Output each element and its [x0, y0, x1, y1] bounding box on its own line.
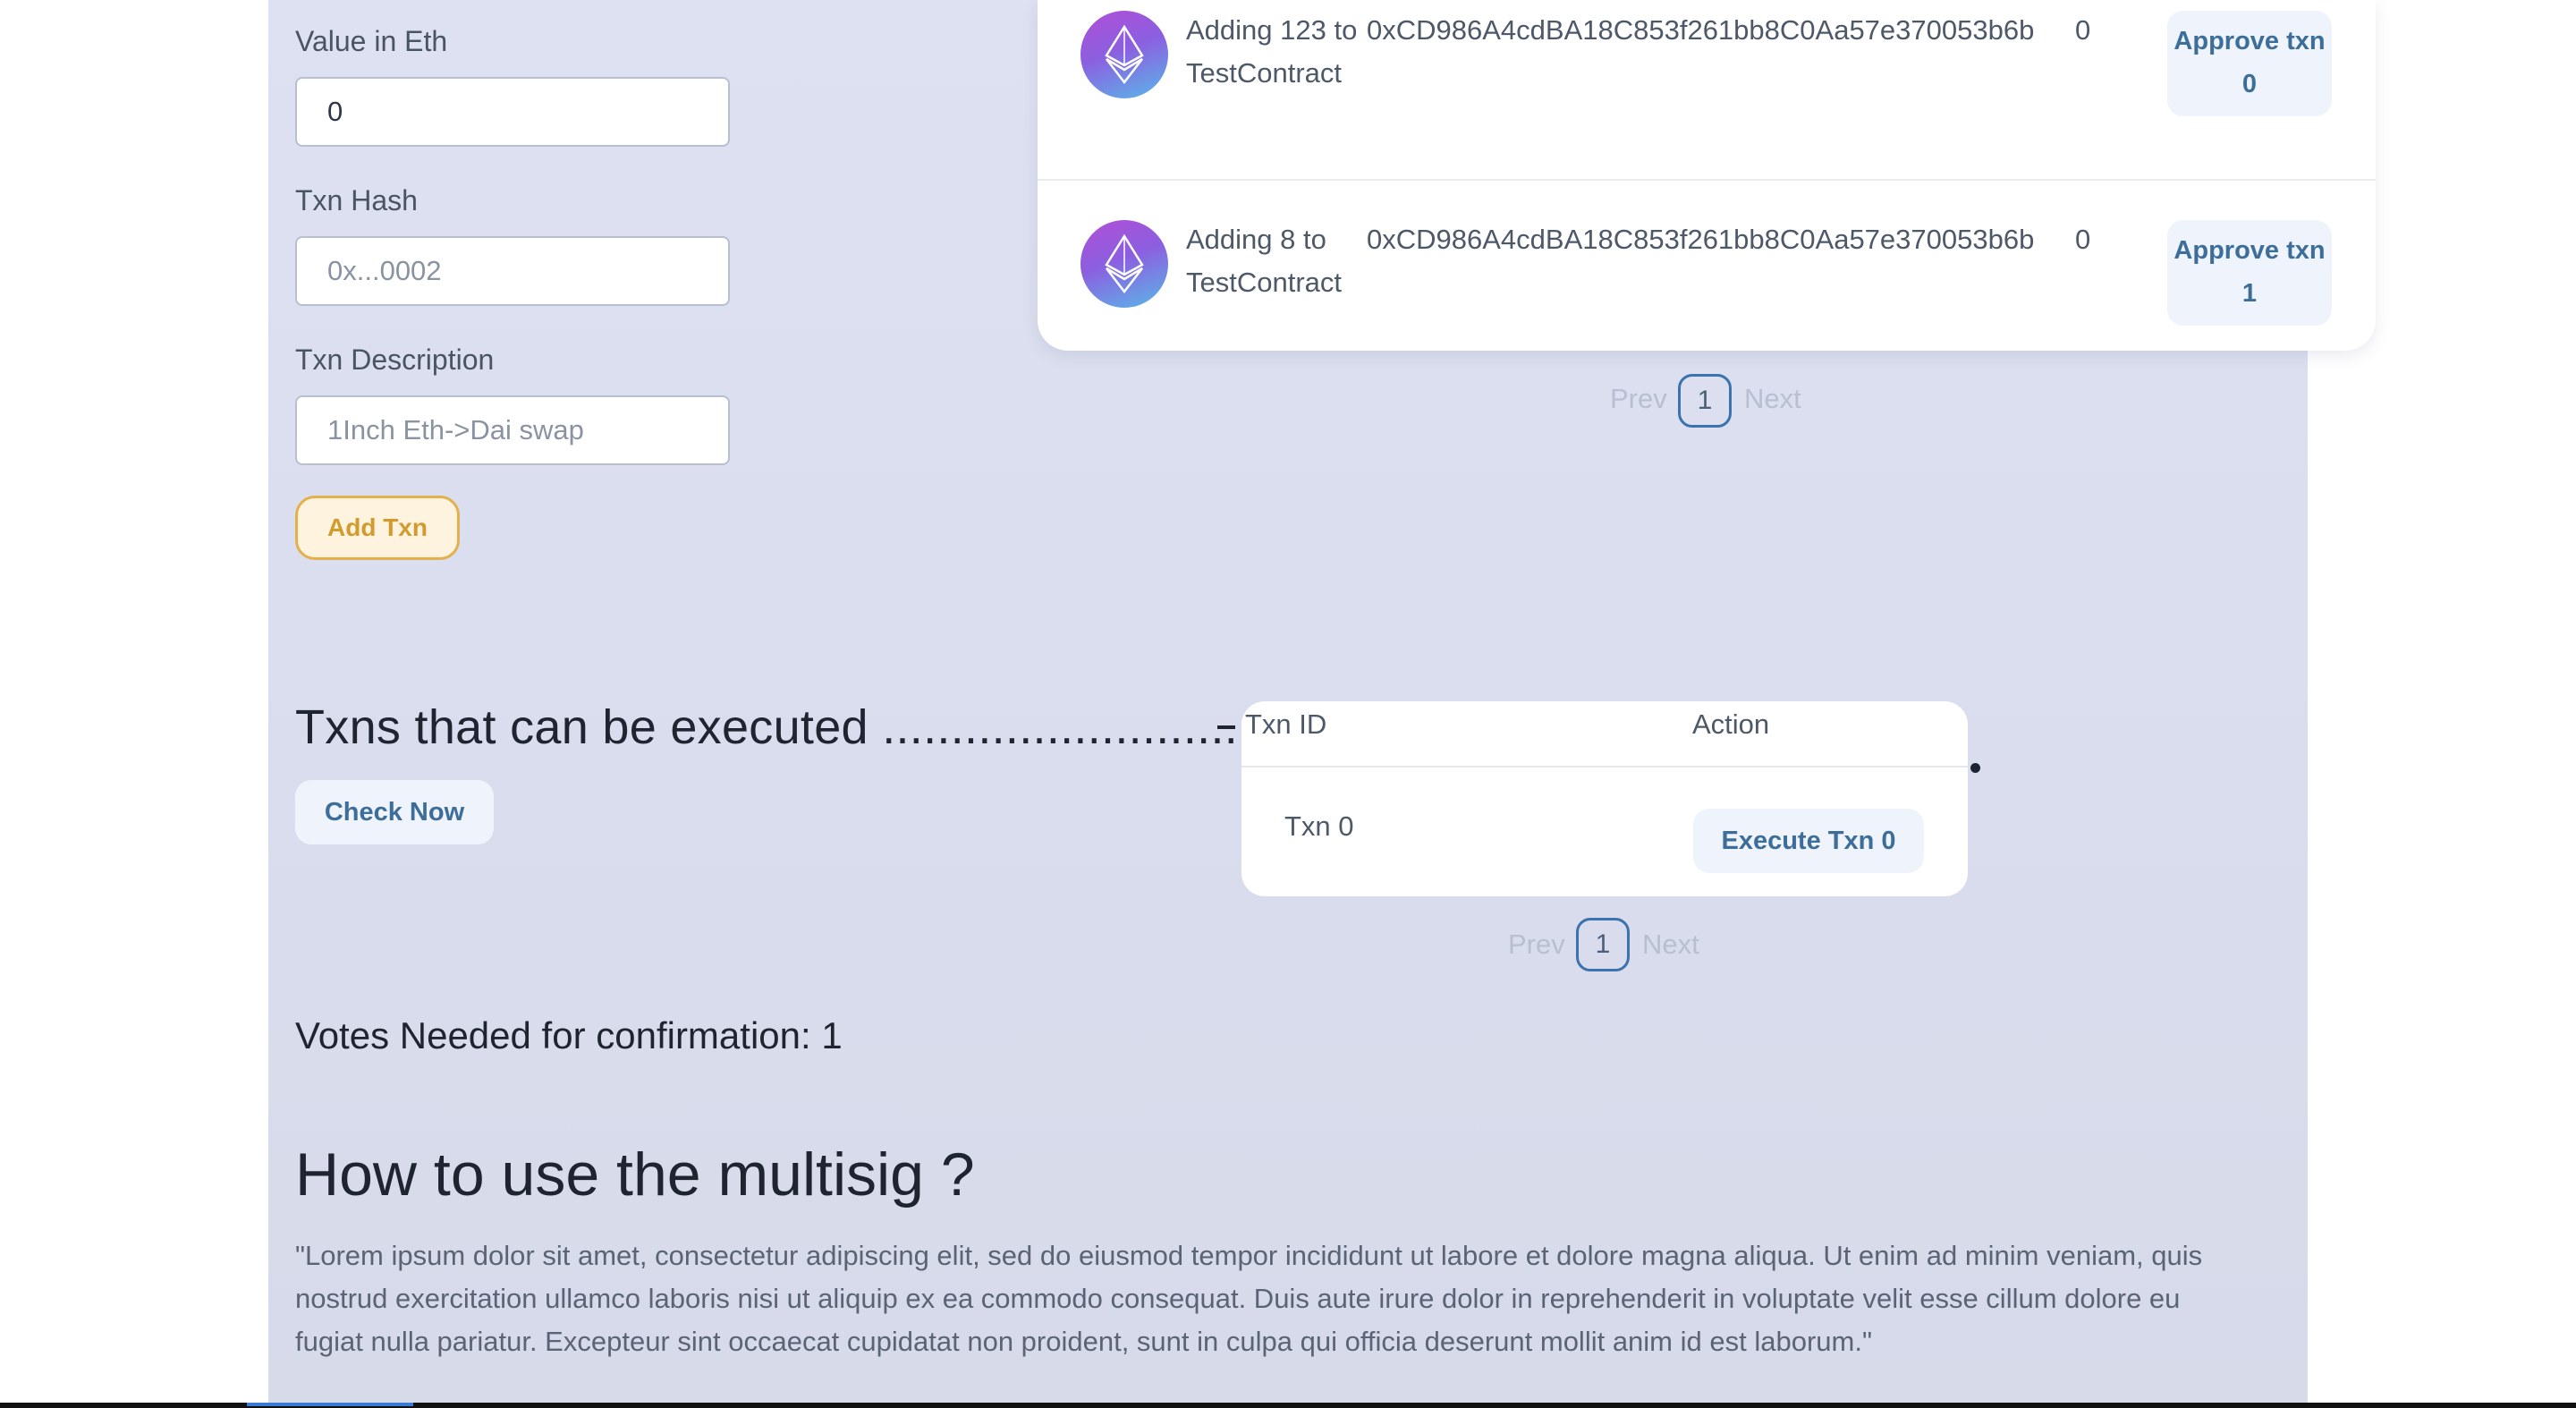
col-header-action: Action — [1692, 708, 1770, 740]
executable-heading: Txns that can be executed ..............… — [295, 700, 1348, 754]
heading-dot — [1970, 763, 1980, 773]
txn-description-label: Txn Description — [295, 344, 495, 376]
pager-prev[interactable]: Prev — [1610, 383, 1667, 415]
pager-page-number[interactable]: 1 — [1576, 918, 1630, 971]
table-header-divider — [1241, 766, 1968, 768]
approve-txn-1-button[interactable]: Approve txn 1 — [2167, 220, 2332, 326]
howto-body: "Lorem ipsum dolor sit amet, consectetur… — [295, 1240, 2203, 1357]
add-txn-button[interactable]: Add Txn — [295, 496, 460, 560]
votes-needed: Votes Needed for confirmation: 1 — [295, 1014, 843, 1056]
col-header-txn-id: Txn ID — [1245, 708, 1327, 740]
value-input[interactable]: 0 — [295, 77, 730, 147]
txn-description-input[interactable]: 1Inch Eth->Dai swap — [295, 395, 730, 465]
howto-title: How to use the multisig ? — [295, 1141, 975, 1209]
ethereum-icon — [1080, 11, 1168, 98]
execute-txn-0-button[interactable]: Execute Txn 0 — [1693, 809, 1924, 873]
bottom-bar-accent — [247, 1403, 413, 1406]
approve-txn-0-button[interactable]: Approve txn 0 — [2167, 11, 2332, 116]
row-divider — [1038, 179, 2376, 181]
executable-table: Txn ID Action Txn 0 Execute Txn 0 — [1241, 701, 1968, 896]
txn-description: Adding 8 to TestContract — [1186, 224, 1343, 298]
pager-prev[interactable]: Prev — [1508, 929, 1565, 961]
pager-next[interactable]: Next — [1744, 383, 1801, 415]
ethereum-icon — [1080, 220, 1168, 308]
txn-description: Adding 123 to TestContract — [1186, 14, 1358, 89]
txn-value: 0 — [2075, 224, 2091, 255]
txn-hash-input[interactable]: 0x...0002 — [295, 236, 730, 306]
check-now-button[interactable]: Check Now — [295, 780, 494, 844]
value-label: Value in Eth — [295, 25, 448, 57]
table-cell-txn-id: Txn 0 — [1284, 810, 1354, 842]
txn-address: 0xCD986A4cdBA18C853f261bb8C0Aa57e370053b… — [1367, 14, 2035, 46]
pager-next[interactable]: Next — [1642, 929, 1699, 961]
pager-page-number[interactable]: 1 — [1678, 374, 1732, 428]
txn-hash-label: Txn Hash — [295, 184, 418, 216]
heading-dash — [1217, 725, 1235, 729]
pending-txns-card: Adding 123 to TestContract 0xCD986A4cdBA… — [1038, 0, 2376, 351]
txn-value: 0 — [2075, 14, 2091, 46]
txn-address: 0xCD986A4cdBA18C853f261bb8C0Aa57e370053b… — [1367, 224, 2035, 255]
